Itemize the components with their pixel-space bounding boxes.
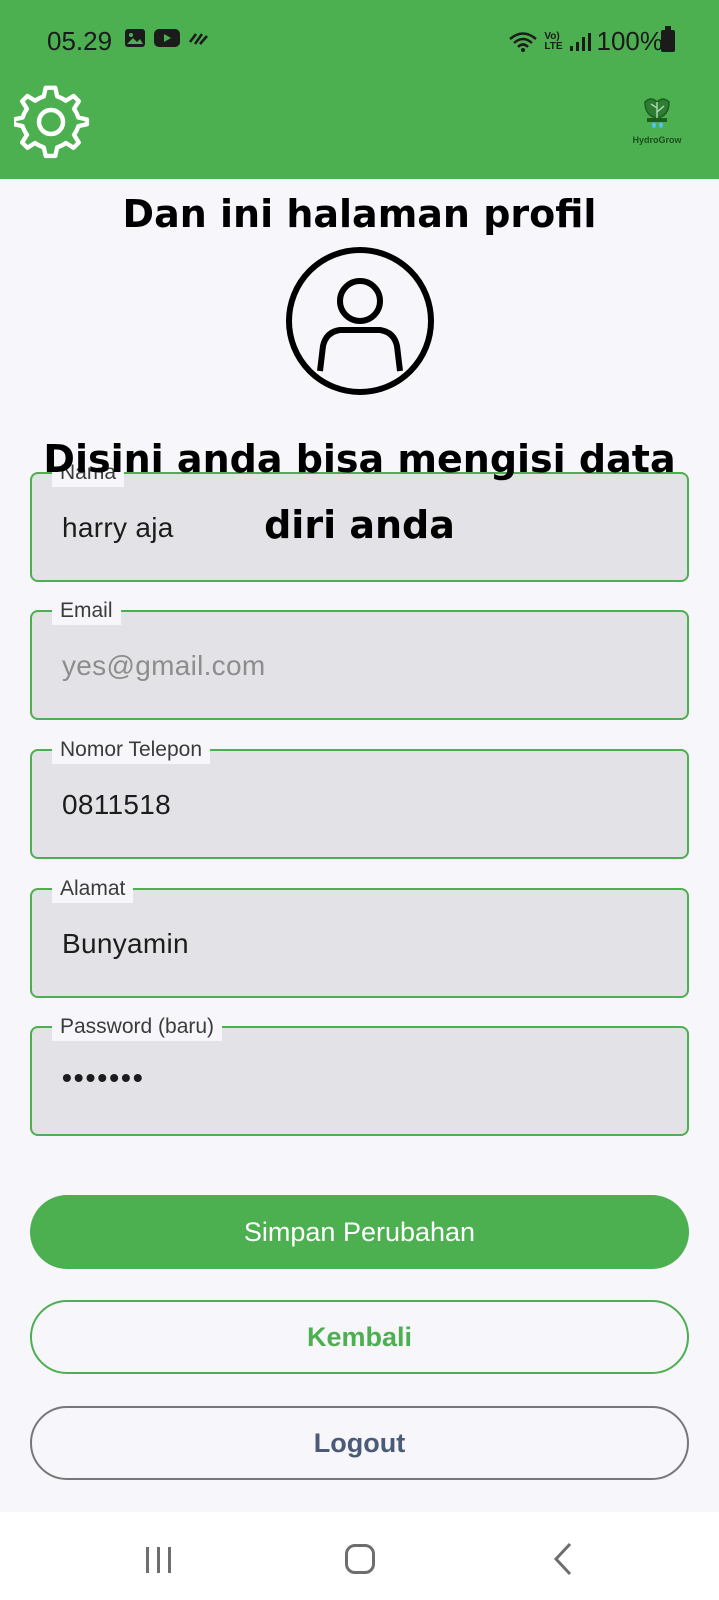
app-bar: HydroGrow (0, 80, 719, 179)
address-value[interactable]: Bunyamin (62, 928, 189, 960)
logo-text: HydroGrow (632, 135, 682, 145)
activity-icon (189, 33, 208, 45)
back-button[interactable]: Kembali (30, 1300, 689, 1374)
system-nav-bar (0, 1512, 719, 1600)
phone-value[interactable]: 0811518 (62, 789, 171, 821)
plant-icon (644, 98, 670, 128)
address-label: Alamat (52, 875, 134, 903)
signal-icon (569, 32, 591, 51)
phone-field[interactable]: Nomor Telepon 0811518 (30, 736, 689, 859)
page-subtitle: Disini anda bisa mengisi data diri anda (43, 437, 676, 547)
volte-label: Vo) (544, 30, 560, 42)
wifi-icon (509, 31, 538, 52)
status-bar: 05.29 Vo) LTE 100% (0, 0, 719, 80)
email-field[interactable]: Email yes@gmail.com (30, 597, 689, 720)
recent-apps-icon[interactable] (144, 1546, 174, 1574)
app-logo: HydroGrow (627, 88, 687, 154)
volte-indicator: Vo) LTE (544, 30, 563, 52)
youtube-icon (154, 29, 180, 47)
home-icon[interactable] (345, 1544, 375, 1574)
phone-label: Nomor Telepon (52, 736, 211, 764)
user-circle-icon[interactable] (285, 246, 435, 396)
status-time: 05.29 (47, 26, 113, 56)
notification-icons (124, 28, 210, 48)
password-value[interactable]: ••••••• (62, 1062, 145, 1094)
password-field[interactable]: Password (baru) ••••••• (30, 1013, 689, 1136)
address-field[interactable]: Alamat Bunyamin (30, 875, 689, 998)
page-title: Dan ini halaman profil (122, 192, 597, 236)
gear-icon[interactable] (14, 85, 90, 161)
gallery-icon (125, 29, 145, 47)
email-placeholder[interactable]: yes@gmail.com (62, 650, 265, 682)
save-button[interactable]: Simpan Perubahan (30, 1195, 689, 1269)
battery-icon (661, 26, 675, 52)
email-label: Email (52, 597, 121, 625)
back-icon[interactable] (552, 1542, 574, 1576)
logout-button[interactable]: Logout (30, 1406, 689, 1480)
battery-percent: 100% (596, 26, 664, 56)
status-right: Vo) LTE 100% (508, 26, 663, 57)
lte-label: LTE (544, 40, 563, 52)
password-label: Password (baru) (52, 1013, 223, 1041)
